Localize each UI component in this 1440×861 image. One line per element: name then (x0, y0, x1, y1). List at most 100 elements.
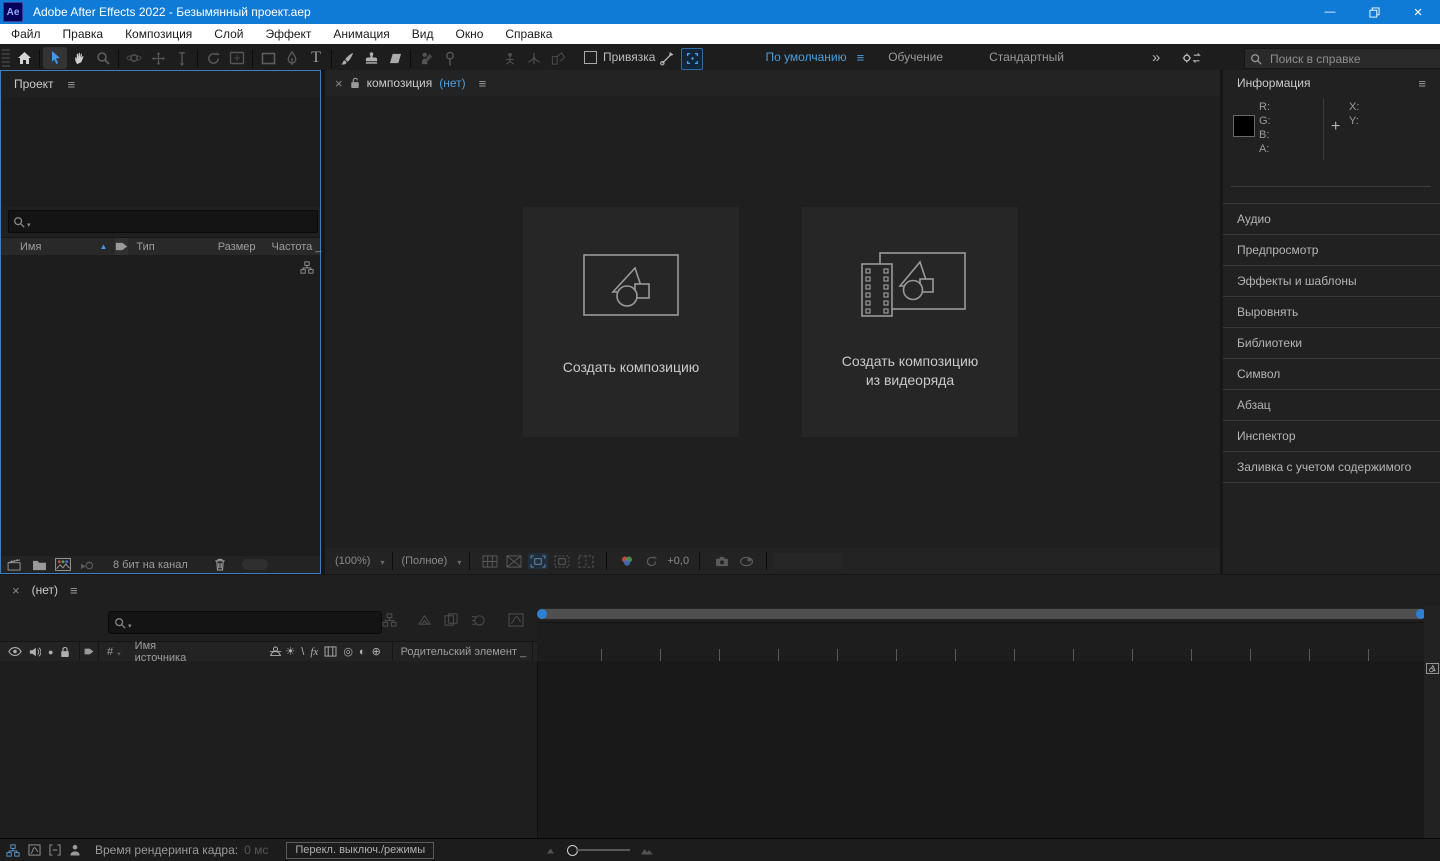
sort-ascending-icon[interactable]: ▲ (99, 242, 107, 251)
column-name[interactable]: Имя (20, 241, 41, 253)
snap-options-button[interactable] (655, 47, 679, 69)
three-d-layer-icon[interactable]: ⊕ (372, 645, 381, 658)
graph-editor-icon[interactable] (508, 613, 524, 627)
timeline-tab[interactable]: (нет) (32, 583, 58, 597)
puppet-pin-tool[interactable] (438, 47, 462, 69)
menu-composition[interactable]: Композиция (114, 24, 203, 44)
menu-view[interactable]: Вид (401, 24, 445, 44)
unlock-icon[interactable] (350, 77, 360, 89)
magnification-dropdown[interactable]: (100%) (335, 555, 370, 567)
eye-icon[interactable] (8, 647, 22, 656)
audio-icon[interactable] (29, 646, 41, 658)
show-snapshot-button[interactable] (736, 553, 756, 569)
dropdown-caret-icon[interactable]: ▾ (380, 558, 384, 567)
brackets-status-icon[interactable] (49, 844, 61, 856)
toggle-switches-modes-button[interactable]: Перекл. выключ./режимы (286, 842, 434, 859)
interpret-footage-button[interactable] (5, 557, 25, 573)
brush-tool[interactable] (335, 47, 359, 69)
composition-mini-flowchart-icon[interactable] (382, 613, 397, 627)
info-tab[interactable]: Информация (1237, 76, 1310, 90)
frame-blend-column-icon[interactable] (324, 646, 337, 657)
timeline-search-field[interactable]: ▾ (108, 611, 382, 634)
new-composition-button[interactable] (53, 557, 73, 573)
menu-layer[interactable]: Слой (203, 24, 254, 44)
panel-effects-presets[interactable]: Эффекты и шаблоны (1223, 266, 1440, 297)
panel-paragraph[interactable]: Абзац (1223, 390, 1440, 421)
column-rate[interactable]: Частота _ (272, 241, 322, 253)
dolly-camera-tool[interactable] (170, 47, 194, 69)
snapping-toggle[interactable]: Привязка (584, 50, 655, 64)
flowchart-status-icon[interactable] (6, 844, 20, 857)
resolution-dropdown[interactable]: (Полное) (401, 555, 447, 567)
clone-stamp-tool[interactable] (359, 47, 383, 69)
adjustment-layer-icon[interactable]: ◐ (359, 646, 366, 658)
zoom-slider-track[interactable] (576, 849, 630, 851)
menu-window[interactable]: Окно (444, 24, 494, 44)
column-type[interactable]: Тип (136, 241, 154, 253)
proportional-grid-button[interactable] (576, 553, 596, 569)
zoom-out-mountain-icon[interactable] (546, 846, 557, 854)
region-of-interest-button[interactable] (528, 553, 548, 569)
menu-animation[interactable]: Анимация (322, 24, 400, 44)
menu-edit[interactable]: Правка (52, 24, 115, 44)
quality-icon[interactable]: \ (301, 646, 304, 658)
frame-blend-icon[interactable] (444, 613, 459, 627)
draft-3d-icon[interactable] (417, 613, 432, 627)
tag-icon[interactable] (84, 646, 94, 657)
mask-visibility-button[interactable] (504, 553, 524, 569)
text-tool[interactable]: T (304, 47, 328, 69)
solo-icon[interactable]: ● (48, 647, 53, 657)
lock-icon[interactable] (60, 646, 70, 658)
workspace-switcher-button[interactable] (1178, 47, 1204, 69)
snap-to-features-button[interactable] (681, 48, 703, 70)
panel-preview[interactable]: Предпросмотр (1223, 235, 1440, 266)
help-search-input[interactable] (1268, 51, 1422, 67)
project-item-list[interactable] (1, 255, 320, 556)
column-size[interactable]: Размер (218, 241, 256, 253)
composition-panel-menu-icon[interactable]: ≡ (479, 76, 487, 91)
pen-tool[interactable] (280, 47, 304, 69)
composition-tab[interactable]: композиция (367, 76, 433, 90)
effects-icon[interactable]: fx (310, 646, 318, 658)
motion-blur-icon[interactable] (471, 613, 486, 627)
shy-icon[interactable] (269, 645, 282, 658)
panel-audio[interactable]: Аудио (1223, 204, 1440, 235)
search-caret-icon[interactable]: ▾ (128, 622, 132, 630)
transparency-grid-button[interactable] (480, 553, 500, 569)
panel-character[interactable]: Символ (1223, 359, 1440, 390)
motion-blur-column-icon[interactable]: ◎ (343, 645, 353, 658)
menu-help[interactable]: Справка (494, 24, 563, 44)
snapping-checkbox[interactable] (584, 51, 597, 64)
view-axis-mode-button[interactable] (546, 47, 570, 69)
info-panel-menu-icon[interactable]: ≡ (1418, 76, 1426, 91)
orbit-camera-tool[interactable] (122, 47, 146, 69)
project-search-field[interactable]: ▾ (8, 210, 318, 233)
column-number[interactable]: # (107, 646, 113, 658)
restore-button[interactable] (1352, 0, 1396, 24)
pan-camera-tool[interactable] (146, 47, 170, 69)
channel-display-button[interactable] (617, 553, 637, 569)
panel-content-aware-fill[interactable]: Заливка с учетом содержимого (1223, 452, 1440, 483)
panel-libraries[interactable]: Библиотеки (1223, 328, 1440, 359)
zoom-tool[interactable] (91, 47, 115, 69)
rectangle-tool[interactable] (256, 47, 280, 69)
timeline-zoom-scrollbar[interactable] (537, 608, 1426, 620)
workspace-tab-default[interactable]: По умолчанию (755, 44, 856, 70)
time-ruler[interactable] (537, 622, 1424, 662)
close-button[interactable]: × (1396, 0, 1440, 24)
minimize-button[interactable]: — (1308, 0, 1352, 24)
timeline-track-area[interactable] (538, 661, 1424, 838)
bit-depth-label[interactable]: 8 бит на канал (113, 559, 188, 571)
home-button[interactable] (12, 47, 36, 69)
project-settings-button[interactable] (77, 557, 97, 573)
workspace-tab-standard[interactable]: Стандартный (979, 44, 1074, 70)
eraser-tool[interactable] (383, 47, 407, 69)
column-label-icon-cell[interactable] (115, 238, 128, 255)
camera-frame-tool[interactable] (225, 47, 249, 69)
hand-tool[interactable] (67, 47, 91, 69)
collapse-transformations-icon[interactable]: ☀ (285, 645, 295, 658)
workspace-menu-icon[interactable]: ≡ (857, 50, 865, 65)
dropdown-caret-icon[interactable]: ▾ (457, 558, 461, 567)
reset-exposure-button[interactable] (641, 553, 661, 569)
scrollbar-left-handle[interactable] (537, 609, 547, 619)
